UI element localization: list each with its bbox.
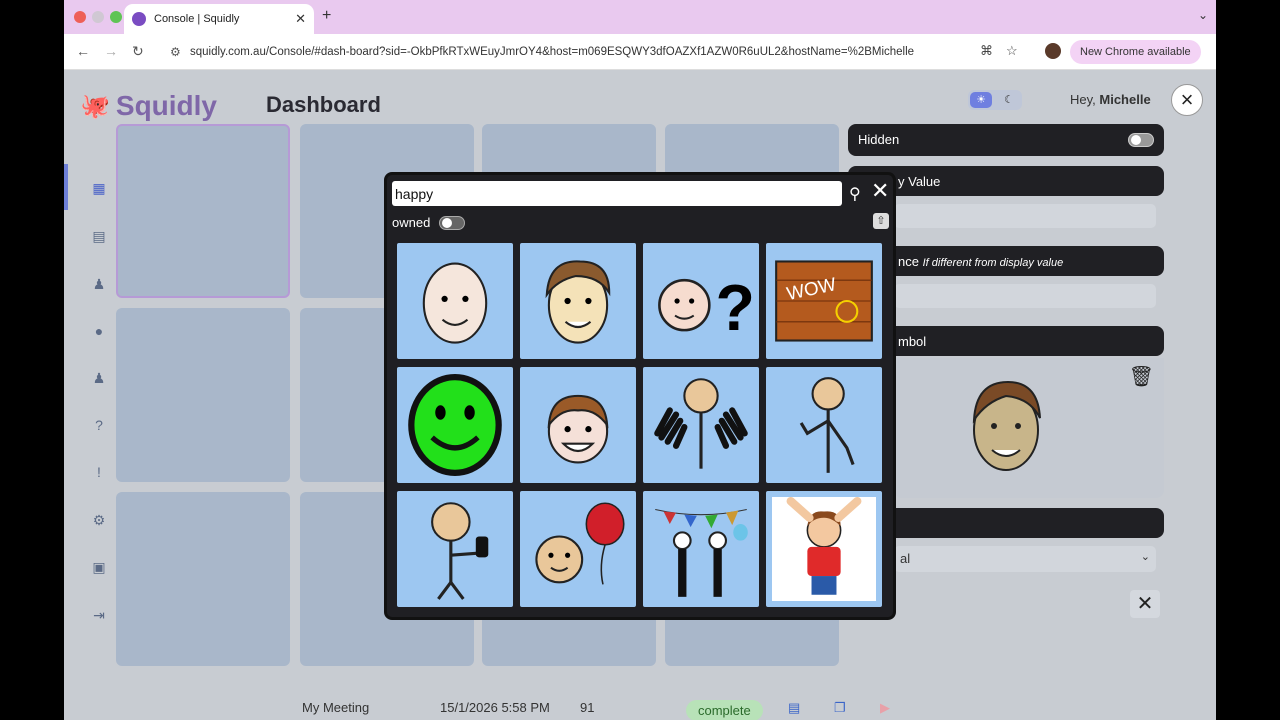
search-icon[interactable]: ⚲ (849, 184, 861, 204)
close-modal-icon[interactable]: ✕ (871, 180, 889, 202)
green-smiley-icon (408, 374, 502, 476)
browser-tab-bar: Console | Squidly ✕ + ⌄ (64, 0, 1216, 34)
upload-icon[interactable]: ⇧ (873, 213, 889, 229)
url-text: squidly.com.au/Console/#dash-board?sid=-… (190, 46, 915, 58)
greeting: Hey, Michelle (1070, 92, 1151, 107)
hidden-label: Hidden (858, 132, 900, 147)
maximize-window-icon[interactable] (110, 11, 122, 23)
grid-tile[interactable] (116, 308, 290, 482)
screen: Console | Squidly ✕ + ⌄ ← → ↻ ⚙ squidly.… (64, 0, 1216, 720)
symbol-result[interactable] (520, 367, 636, 483)
logout-icon[interactable]: ⇥ (90, 607, 108, 625)
status-badge: complete (686, 700, 763, 720)
close-window-icon[interactable] (74, 11, 86, 23)
owned-label: owned (392, 215, 431, 230)
symbol-search-input[interactable] (392, 181, 842, 206)
sidebar: ▦ ▤ ♟ ● ♟ ? ! ⚙ ▣ ⇥ (64, 70, 110, 720)
new-tab-button[interactable]: + (322, 7, 331, 25)
symbol-result[interactable] (397, 367, 513, 483)
dashboard-icon[interactable]: ▦ (90, 180, 108, 198)
translate-icon[interactable]: ⌘ (980, 43, 993, 59)
cheering-child-icon (786, 497, 862, 595)
balloon-person-icon (535, 502, 625, 585)
symbol-result[interactable] (643, 367, 759, 483)
hidden-row: Hidden (848, 124, 1164, 156)
contacts-icon[interactable]: ♟ (90, 370, 108, 388)
alert-icon[interactable]: ! (90, 464, 108, 482)
voice-select[interactable]: al ⌄ (894, 546, 1156, 572)
theme-toggle[interactable]: ☀ ☾ (968, 90, 1022, 110)
moon-icon[interactable]: ☾ (998, 92, 1020, 108)
symbol-result[interactable] (766, 367, 882, 483)
thumbs-up-person-icon (431, 502, 489, 600)
document-icon[interactable]: ▤ (788, 700, 800, 716)
browser-tab[interactable]: Console | Squidly ✕ (124, 4, 314, 34)
waving-hands-person-icon (654, 378, 748, 469)
browser-toolbar: ← → ↻ ⚙ squidly.com.au/Console/#dash-boa… (64, 34, 1216, 70)
copy-icon[interactable]: ❐ (834, 700, 846, 716)
tab-title: Console | Squidly (154, 13, 240, 25)
site-info-icon[interactable]: ⚙ (170, 40, 181, 64)
wow-brick-wall-icon: WOW (775, 260, 873, 342)
chevron-down-icon: ⌄ (1140, 551, 1150, 563)
bald-happy-face-icon (422, 262, 488, 344)
user-icon[interactable]: ● (90, 323, 108, 341)
hidden-toggle[interactable] (1128, 133, 1154, 147)
symbol-result[interactable] (397, 491, 513, 607)
briefcase-icon[interactable]: ▣ (90, 559, 108, 577)
symbol-result[interactable] (643, 491, 759, 607)
symbol-result[interactable]: ? (643, 243, 759, 359)
symbol-result[interactable] (520, 243, 636, 359)
owned-toggle[interactable] (439, 216, 465, 230)
cheering-child-tile (772, 497, 876, 601)
sun-icon[interactable]: ☀ (970, 92, 992, 108)
tab-list-chevron-icon[interactable]: ⌄ (1198, 8, 1208, 22)
reload-icon[interactable]: ↻ (132, 43, 144, 60)
grid-tile[interactable] (116, 492, 290, 666)
new-chrome-button[interactable]: New Chrome available (1070, 40, 1201, 64)
close-panel-button[interactable]: ✕ (1130, 590, 1160, 618)
bookmark-star-icon[interactable]: ☆ (1006, 43, 1018, 59)
greeting-text: Hey, (1070, 92, 1096, 107)
meeting-name: My Meeting (302, 700, 370, 715)
back-arrow-icon[interactable]: ← (76, 43, 90, 59)
meeting-datetime: 15/1/2026 5:58 PM (440, 700, 550, 715)
forward-arrow-icon[interactable]: → (104, 43, 118, 59)
page-title: Dashboard (266, 92, 381, 117)
grid-tile[interactable] (116, 124, 290, 298)
profile-avatar[interactable] (1045, 43, 1061, 59)
man-smiling-face-icon (545, 260, 611, 344)
play-icon[interactable]: ▶ (880, 700, 890, 716)
users-icon[interactable]: ♟ (90, 276, 108, 294)
voice-select-value: al (900, 551, 911, 566)
symbol-result[interactable] (766, 491, 882, 607)
stats-icon[interactable]: ▤ (90, 228, 108, 246)
address-bar[interactable]: ⚙ squidly.com.au/Console/#dash-board?sid… (162, 40, 1042, 64)
man-face-preview-icon (972, 380, 1041, 471)
pointing-stick-figure-icon (799, 377, 855, 473)
user-name: Michelle (1099, 92, 1151, 107)
symbol-result[interactable] (520, 491, 636, 607)
minimize-window-icon[interactable] (92, 11, 104, 23)
display-value-input[interactable] (894, 204, 1156, 228)
trash-icon[interactable]: 🗑 (1129, 364, 1154, 389)
symbol-search-modal: ⚲ ✕ owned ⇧ ? WOW (384, 172, 896, 620)
settings-gear-icon[interactable]: ⚙ (90, 512, 108, 530)
help-icon[interactable]: ? (90, 417, 108, 435)
party-people-icon (655, 508, 748, 597)
symbol-result[interactable] (397, 243, 513, 359)
squidly-favicon (132, 12, 146, 26)
pronunciation-input[interactable] (894, 284, 1156, 308)
symbol-result[interactable]: WOW (766, 243, 882, 359)
meeting-row: My Meeting 15/1/2026 5:58 PM 91 complete… (288, 690, 924, 720)
boy-smiling-face-icon (547, 394, 609, 464)
face-question-icon: ? (658, 272, 753, 344)
svg-text:?: ? (716, 272, 753, 344)
brand-name: Squidly (115, 90, 218, 121)
close-editor-button[interactable]: × (1171, 84, 1203, 116)
meeting-count: 91 (580, 700, 595, 715)
close-tab-icon[interactable]: ✕ (295, 11, 306, 27)
pronunciation-hint: If different from display value (922, 257, 1064, 269)
symbol-preview: 🗑 (894, 358, 1164, 498)
